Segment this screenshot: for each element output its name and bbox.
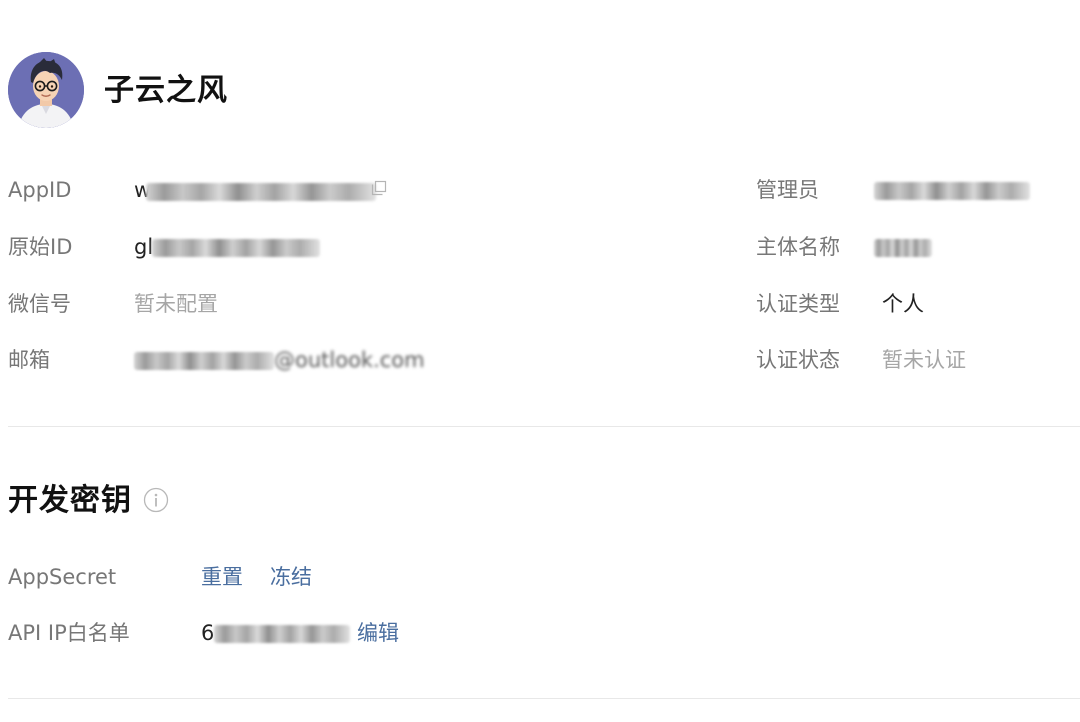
email-value-suffix: @outlook.com <box>274 348 425 372</box>
admin-label: 管理员 <box>756 178 819 202</box>
admin-value-redacted <box>874 182 1030 200</box>
email-label: 邮箱 <box>8 348 50 372</box>
section-divider <box>8 426 1080 427</box>
cert-type-label: 认证类型 <box>756 292 840 316</box>
entity-name-value-redacted <box>874 239 932 257</box>
edit-link[interactable]: 编辑 <box>357 618 399 648</box>
dev-keys-title: 开发密钥 <box>8 483 132 518</box>
appid-label: AppID <box>8 178 72 202</box>
avatar <box>8 52 84 128</box>
ip-whitelist-label: API IP白名单 <box>8 621 130 645</box>
original-id-label: 原始ID <box>8 235 73 259</box>
appid-value-redacted <box>146 183 376 201</box>
email-value-redacted <box>134 352 274 370</box>
wechat-id-label: 微信号 <box>8 292 71 316</box>
cert-status-value: 暂未认证 <box>882 348 966 372</box>
wechat-id-value: 暂未配置 <box>134 292 218 316</box>
avatar-illustration <box>8 52 84 128</box>
freeze-link[interactable]: 冻结 <box>270 562 312 592</box>
ip-whitelist-value-redacted <box>214 625 350 643</box>
reset-link[interactable]: 重置 <box>201 562 243 592</box>
cert-status-label: 认证状态 <box>756 348 840 372</box>
copy-icon[interactable] <box>371 180 387 196</box>
entity-name-label: 主体名称 <box>756 235 840 259</box>
original-id-value-prefix: gl <box>134 235 154 259</box>
account-name: 子云之风 <box>104 73 228 108</box>
account-info-page: 子云之风 AppID w 原始ID gl 微信号 暂未配置 邮箱 @outloo… <box>0 0 1080 722</box>
original-id-value-redacted <box>152 239 320 257</box>
bottom-divider <box>8 698 1080 699</box>
cert-type-value: 个人 <box>882 292 924 316</box>
ip-whitelist-value-prefix: 6 <box>201 621 215 645</box>
info-circle-icon[interactable] <box>143 487 169 513</box>
appsecret-label: AppSecret <box>8 565 117 589</box>
